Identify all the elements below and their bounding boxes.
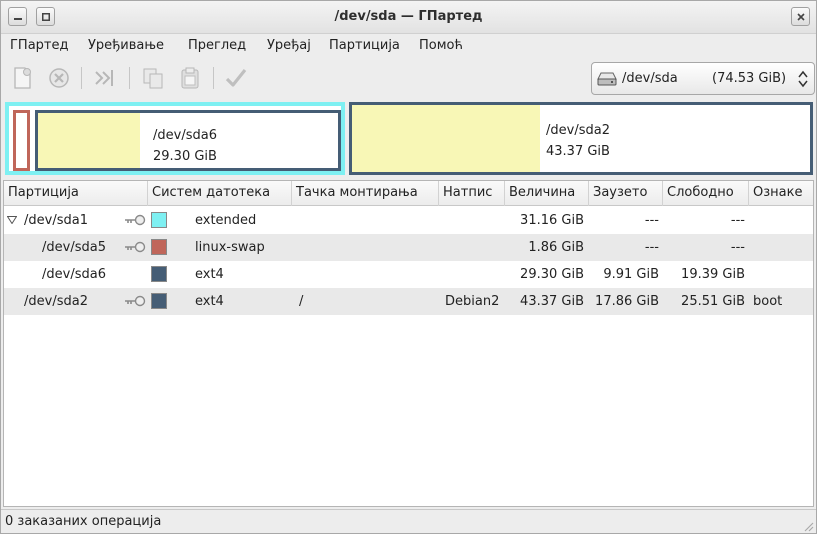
free-cell: 25.51 GiB: [681, 294, 745, 309]
device-name: /dev/sda: [622, 71, 678, 86]
pending-operations-status: 0 заказаних операција: [5, 514, 162, 529]
close-button[interactable]: [791, 7, 810, 26]
flags-cell: boot: [753, 294, 783, 309]
size-cell: 31.16 GiB: [520, 213, 584, 228]
column-header[interactable]: Слободно: [663, 181, 749, 206]
used-cell: ---: [644, 213, 659, 228]
used-cell: 17.86 GiB: [595, 294, 659, 309]
filesystem-cell: linux-swap: [195, 240, 265, 255]
column-header[interactable]: Натпис: [439, 181, 505, 206]
color-swatch: [151, 239, 167, 255]
partition-cell: /dev/sda1: [24, 213, 88, 228]
title-bar: /dev/sda — ГПартед: [1, 1, 816, 34]
table-row[interactable]: /dev/sda1 extended 31.16 GiB --- ---: [4, 207, 813, 234]
column-header[interactable]: Тачка монтирања: [292, 181, 439, 206]
delete-icon[interactable]: [47, 66, 71, 90]
mountpoint-cell: /: [299, 294, 304, 309]
menu-view[interactable]: Преглед: [188, 38, 246, 53]
menu-help[interactable]: Помоћ: [419, 38, 463, 53]
window-title: /dev/sda — ГПартед: [334, 9, 483, 24]
key-icon: [125, 241, 146, 253]
menu-partition[interactable]: Партиција: [329, 38, 400, 53]
harddisk-icon: [597, 72, 617, 86]
paste-icon[interactable]: [178, 66, 202, 90]
copy-icon[interactable]: [141, 66, 165, 90]
used-space-bar: [352, 105, 540, 172]
partition-cell: /dev/sda5: [42, 240, 106, 255]
size-cell: 1.86 GiB: [528, 240, 584, 255]
resize-grip-icon[interactable]: [802, 520, 814, 532]
partition-label: /dev/sda6 29.30 GiB: [153, 125, 217, 167]
toolbar-separator: [81, 67, 82, 89]
menu-device[interactable]: Уређај: [267, 38, 311, 53]
free-cell: ---: [730, 213, 745, 228]
partition-name: /dev/sda6: [153, 128, 217, 143]
partition-cell: /dev/sda2: [24, 294, 88, 309]
toolbar-separator: [213, 67, 214, 89]
gparted-window: /dev/sda — ГПартед ГПартед Уређивање Пре…: [0, 0, 817, 534]
column-header[interactable]: Ознаке: [749, 181, 813, 206]
table-row[interactable]: /dev/sda5 linux-swap 1.86 GiB --- ---: [4, 234, 813, 261]
column-header[interactable]: Партиција: [4, 181, 148, 206]
partition-block-sda5[interactable]: [13, 110, 30, 171]
resize-move-icon[interactable]: [93, 66, 117, 90]
key-icon: [125, 214, 146, 226]
label-cell: Debian2: [445, 294, 500, 309]
new-icon[interactable]: [10, 66, 34, 90]
close-icon: [796, 12, 805, 21]
partition-block-sda2[interactable]: /dev/sda2 43.37 GiB: [349, 102, 813, 175]
partition-block-sda1[interactable]: /dev/sda6 29.30 GiB: [5, 102, 345, 175]
size-cell: 43.37 GiB: [520, 294, 584, 309]
color-swatch: [151, 293, 167, 309]
color-swatch: [151, 212, 167, 228]
free-cell: 19.39 GiB: [681, 267, 745, 282]
partition-block-sda6[interactable]: /dev/sda6 29.30 GiB: [35, 110, 341, 171]
free-cell: ---: [730, 240, 745, 255]
used-cell: ---: [644, 240, 659, 255]
used-cell: 9.91 GiB: [603, 267, 659, 282]
device-size: (74.53 GiB): [712, 71, 787, 86]
menu-edit[interactable]: Уређивање: [88, 38, 164, 53]
partition-size: 43.37 GiB: [546, 144, 610, 159]
menu-bar: ГПартед Уређивање Преглед Уређај Партици…: [1, 34, 816, 58]
menu-gparted[interactable]: ГПартед: [10, 38, 68, 53]
partition-size: 29.30 GiB: [153, 149, 217, 164]
filesystem-cell: ext4: [195, 267, 224, 282]
column-header[interactable]: Систем датотека: [148, 181, 292, 206]
apply-icon[interactable]: [224, 66, 248, 90]
table-header: Партиција Систем датотека Тачка монтирањ…: [4, 181, 813, 206]
filesystem-cell: extended: [195, 213, 257, 228]
table-row[interactable]: /dev/sda2 ext4 / Debian2 43.37 GiB 17.86…: [4, 288, 813, 315]
partition-name: /dev/sda2: [546, 123, 610, 138]
partition-cell: /dev/sda6: [42, 267, 106, 282]
chevron-updown-icon: [798, 70, 808, 88]
status-bar: 0 заказаних операција: [1, 509, 816, 534]
color-swatch: [151, 266, 167, 282]
expander-icon[interactable]: [7, 216, 17, 224]
column-header[interactable]: Заузето: [589, 181, 663, 206]
toolbar-separator: [129, 67, 130, 89]
partition-label: /dev/sda2 43.37 GiB: [546, 120, 610, 162]
table-row[interactable]: /dev/sda6 ext4 29.30 GiB 9.91 GiB 19.39 …: [4, 261, 813, 288]
partition-table: Партиција Систем датотека Тачка монтирањ…: [3, 180, 814, 507]
size-cell: 29.30 GiB: [520, 267, 584, 282]
key-icon: [125, 295, 146, 307]
used-space-bar: [38, 113, 140, 168]
disk-map: /dev/sda6 29.30 GiB /dev/sda2 43.37 GiB: [5, 102, 813, 175]
filesystem-cell: ext4: [195, 294, 224, 309]
column-header[interactable]: Величина: [505, 181, 589, 206]
device-selector[interactable]: /dev/sda (74.53 GiB): [591, 62, 815, 95]
